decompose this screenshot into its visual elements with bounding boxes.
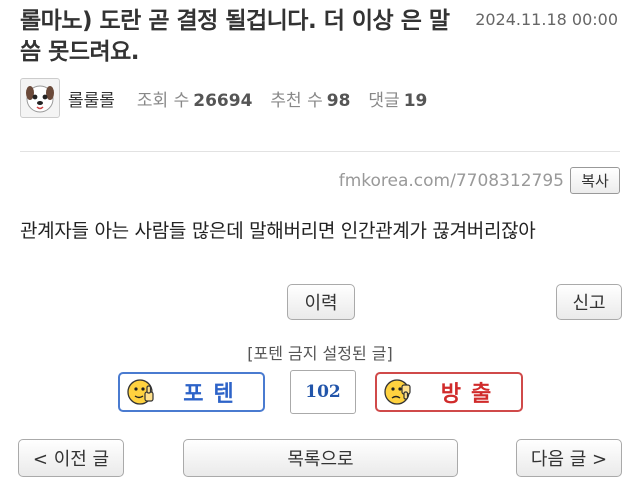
thumbs-down-face-icon [384, 379, 411, 405]
back-to-list-button[interactable]: 목록으로 [183, 439, 458, 477]
downvote-button[interactable]: 방출 [375, 372, 523, 412]
views-count: 26694 [193, 90, 253, 111]
post-meta: 롤룰롤 조회 수 26694 추천 수 98 댓글 19 [20, 78, 445, 118]
downvote-label: 방출 [440, 382, 502, 407]
recommend-label: 추천 수 [270, 90, 323, 111]
copy-url-button[interactable]: 복사 [570, 167, 620, 194]
comments-label: 댓글 [368, 90, 400, 111]
views-stat: 조회 수 26694 [137, 86, 252, 111]
vote-count: 102 [290, 370, 356, 414]
forbidden-notice: [포텐 금지 설정된 글] [247, 344, 393, 363]
author-name[interactable]: 롤룰롤 [68, 86, 115, 111]
dog-avatar-icon[interactable] [20, 78, 60, 118]
post-url: fmkorea.com/7708312795 [338, 171, 564, 191]
recommend-count: 98 [326, 90, 351, 111]
thumbs-up-face-icon [127, 379, 154, 405]
history-button[interactable]: 이력 [287, 284, 355, 320]
upvote-button[interactable]: 포텐 [118, 372, 265, 412]
divider [20, 151, 620, 152]
post-content: 관계자들 아는 사람들 많은데 말해버리면 인간관계가 끊겨버리잖아 [20, 220, 536, 242]
prev-post-button[interactable]: < 이전 글 [18, 439, 124, 477]
views-label: 조회 수 [136, 90, 190, 111]
next-post-button[interactable]: 다음 글 > [516, 439, 622, 477]
recommend-stat: 추천 수 98 [270, 86, 350, 111]
report-button[interactable]: 신고 [556, 284, 622, 320]
post-date: 2024.11.18 00:00 [475, 10, 618, 29]
upvote-label: 포텐 [183, 382, 244, 407]
post-title: 롤마노) 도란 곧 결정 될겁니다. 더 이상 은 말씀 못드려요. [20, 8, 450, 65]
comments-stat: 댓글 19 [368, 86, 427, 111]
comments-count: 19 [403, 90, 428, 111]
